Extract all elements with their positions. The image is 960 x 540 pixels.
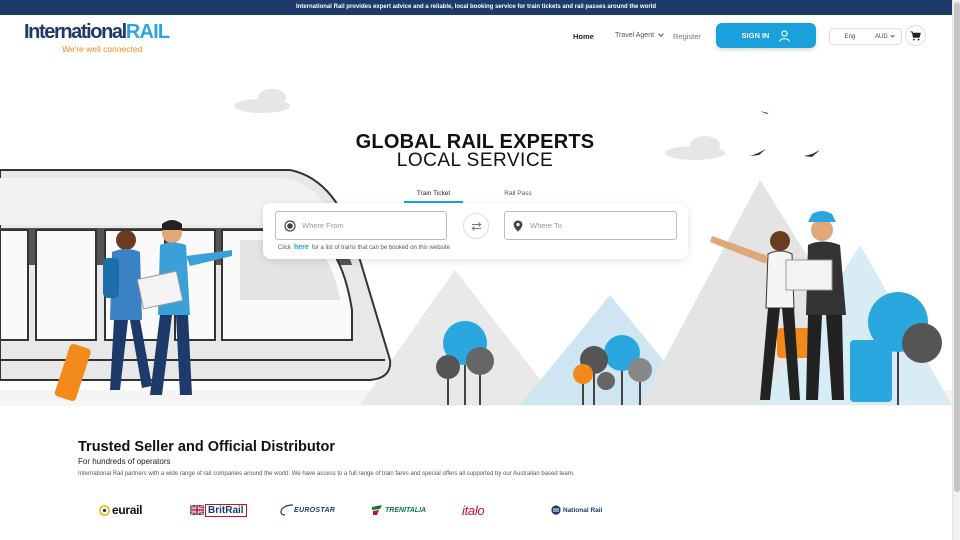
logo-wordmark-rail: RAIL [125, 21, 170, 43]
map-pin-icon [513, 220, 523, 231]
logo[interactable]: InternationalRAIL We're well connected [24, 21, 170, 55]
user-icon [779, 29, 791, 42]
chevron-down-icon [658, 31, 664, 37]
cart-button[interactable] [905, 25, 926, 46]
eurail-star-icon [99, 504, 110, 516]
operator-name: eurail [112, 503, 143, 517]
scrollbar-thumb[interactable] [954, 2, 960, 492]
language-select[interactable]: Eng [830, 34, 870, 40]
train-decoration [0, 169, 392, 381]
tab-train-ticket[interactable]: Train Ticket [404, 190, 463, 197]
top-banner: International Rail provides expert advic… [0, 0, 952, 15]
train-list-note: Click here for a list of trains that can b… [278, 244, 450, 251]
operator-logo-trenitalia[interactable]: TRENITALIA [371, 499, 426, 521]
nav-home-link[interactable]: Home [573, 32, 594, 41]
trusted-section-title: Trusted Seller and Official Distributor [78, 439, 336, 455]
birds-decoration [750, 108, 820, 157]
swap-stations-button[interactable] [463, 213, 489, 239]
swap-icon [471, 221, 481, 231]
operator-name: TRENITALIA [385, 506, 427, 514]
trusted-section-description: International Rail partners with a wide … [78, 471, 575, 477]
origin-input[interactable] [302, 221, 432, 230]
origin-field[interactable] [275, 211, 447, 240]
nav-register-link[interactable]: Register [673, 32, 701, 41]
destination-field[interactable] [504, 211, 677, 240]
train-list-link[interactable]: here [294, 244, 309, 251]
eurostar-swoosh-icon [280, 504, 294, 516]
cart-icon [910, 30, 921, 40]
sign-in-label: SIGN IN [741, 31, 770, 40]
operator-name: BritRail [205, 503, 247, 517]
operator-logo-eurostar[interactable]: EUROSTAR [280, 499, 335, 521]
page-scrollbar[interactable] [952, 0, 960, 540]
logo-wordmark-international: International [24, 21, 127, 43]
operator-name: National Rail [563, 506, 603, 514]
note-suffix: for a list of trains that can be booked … [311, 245, 450, 251]
destination-input[interactable] [530, 221, 660, 230]
logo-tagline: We're well connected [62, 44, 143, 54]
trenitalia-mark-icon [372, 505, 382, 515]
logo-wordmark: InternationalRAIL [24, 21, 170, 43]
operator-logo-britrail[interactable]: BritRail [190, 499, 247, 521]
note-prefix: Click [278, 245, 291, 251]
currency-label: AUD [875, 33, 888, 40]
operator-name: EUROSTAR [294, 506, 336, 514]
sign-in-button[interactable]: SIGN IN [716, 23, 816, 48]
tab-rail-pass[interactable]: Rail Pass [493, 190, 543, 197]
nav-travel-agent-label: Travel Agent [615, 32, 655, 39]
trusted-section-subtitle: For hundreds of operators [78, 457, 171, 466]
operator-logo-italo[interactable]: italo [462, 499, 485, 521]
hero-title-line2: LOCAL SERVICE [396, 150, 554, 171]
operator-logo-eurail[interactable]: eurail [99, 499, 143, 521]
currency-select[interactable]: AUD [870, 33, 895, 40]
national-rail-roundel-icon [551, 505, 561, 515]
nav-travel-agent-dropdown[interactable]: Travel Agent [615, 31, 664, 39]
active-tab-indicator [404, 201, 463, 203]
chevron-down-icon [890, 33, 895, 38]
union-flag-icon [190, 505, 204, 515]
operator-logo-national-rail[interactable]: National Rail [551, 499, 602, 521]
locale-selector[interactable]: Eng AUD [829, 28, 902, 45]
radio-target-icon [284, 219, 296, 232]
operator-name: italo [462, 502, 485, 518]
page: International Rail provides expert advic… [0, 0, 960, 540]
